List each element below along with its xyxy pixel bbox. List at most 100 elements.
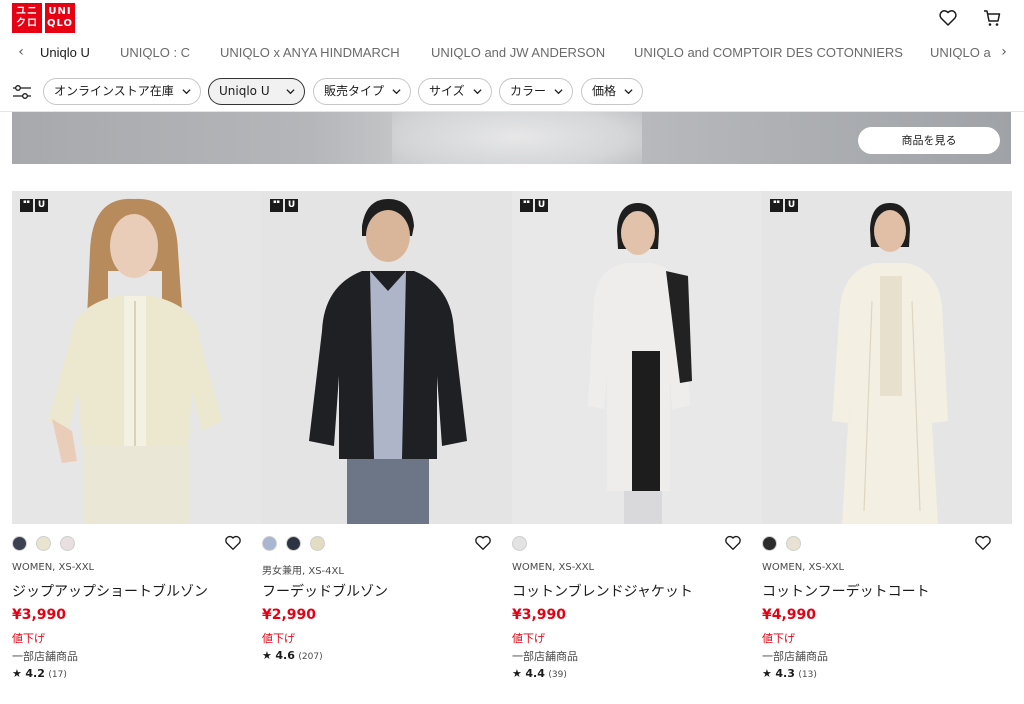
tabs-prev-arrow-icon[interactable]: ‹ [13, 44, 29, 64]
product-card[interactable]: ▪▪ U WOMEN, XS-XXL ジップアップショートブルゾン ¥3,990… [12, 191, 262, 691]
color-swatch[interactable] [762, 536, 777, 551]
banner-model-image [392, 112, 642, 164]
price-down-flag: 値下げ [512, 632, 545, 645]
filter-settings-icon[interactable] [12, 84, 32, 100]
filter-size-label: サイズ [429, 84, 465, 98]
badge-logo-icon: ▪▪ [770, 199, 783, 212]
product-price: ¥2,990 [262, 607, 317, 623]
rating-value: 4.4 [525, 667, 545, 680]
logo-latin-line-1: UNI [48, 6, 72, 17]
color-swatches [262, 536, 325, 551]
tab-jw-anderson[interactable]: UNIQLO and JW ANDERSON [431, 45, 605, 60]
product-card[interactable]: ▪▪ U WOMEN, XS-XXL コットンフーデットコート ¥4,990 値… [762, 191, 1012, 691]
badge-logo-icon: ▪▪ [270, 199, 283, 212]
badge-logo-icon: ▪▪ [520, 199, 533, 212]
view-products-button[interactable]: 商品を見る [858, 127, 1000, 154]
logo-katakana-line-1: ユニ [16, 6, 38, 17]
badge-logo-icon: ▪▪ [20, 199, 33, 212]
color-swatch[interactable] [262, 536, 277, 551]
product-rating: ★ 4.4 (39) [512, 667, 567, 680]
product-name[interactable]: コットンブレンドジャケット [512, 581, 693, 601]
filter-sales-type-label: 販売タイプ [324, 84, 385, 98]
filter-bar: オンラインストア在庫 Uniqlo U 販売タイプ サイズ カラー 価格 [0, 76, 1024, 108]
review-count: (13) [798, 670, 817, 680]
product-image[interactable]: ▪▪ U [512, 191, 762, 524]
star-icon: ★ [12, 667, 22, 680]
color-swatch[interactable] [286, 536, 301, 551]
filter-online-stock[interactable]: オンラインストア在庫 [43, 78, 201, 105]
product-name[interactable]: コットンフーデットコート [762, 581, 930, 601]
chevron-down-icon [554, 89, 563, 95]
tab-next-collection[interactable]: UNIQLO a [930, 45, 991, 60]
color-swatch[interactable] [310, 536, 325, 551]
color-swatch[interactable] [512, 536, 527, 551]
product-image[interactable]: ▪▪ U [12, 191, 262, 524]
product-price: ¥3,990 [12, 607, 67, 623]
logo-latin-line-2: QLO [46, 18, 74, 29]
price-down-flag: 値下げ [262, 632, 295, 645]
cart-icon[interactable] [982, 8, 1002, 28]
favorite-heart-icon[interactable] [474, 534, 492, 552]
review-count: (17) [48, 670, 67, 680]
product-card[interactable]: ▪▪ U WOMEN, XS-XXL コットンブレンドジャケット ¥3,990 … [512, 191, 762, 691]
logo-latin-block: UNI QLO [45, 3, 75, 33]
star-icon: ★ [762, 667, 772, 680]
favorite-heart-icon[interactable] [724, 534, 742, 552]
star-icon: ★ [262, 649, 272, 662]
color-swatches [762, 536, 801, 551]
favorite-heart-icon[interactable] [224, 534, 242, 552]
uniqlo-logo[interactable]: ユニ クロ UNI QLO [12, 3, 75, 33]
uniqlo-u-badge: ▪▪ U [770, 199, 798, 212]
uniqlo-u-badge: ▪▪ U [270, 199, 298, 212]
filter-size[interactable]: サイズ [418, 78, 492, 105]
chevron-down-icon [624, 89, 633, 95]
model-figure-image [762, 191, 1012, 524]
product-gender-size: WOMEN, XS-XXL [512, 562, 595, 573]
chevron-down-icon [473, 89, 482, 95]
color-swatches [512, 536, 527, 551]
badge-u-mark: U [785, 199, 798, 212]
product-price: ¥3,990 [512, 607, 567, 623]
chevron-down-icon [182, 89, 191, 95]
product-name[interactable]: フーデッドブルゾン [262, 581, 388, 601]
review-count: (39) [548, 670, 567, 680]
chevron-down-icon [392, 89, 401, 95]
badge-u-mark: U [285, 199, 298, 212]
product-gender-size: WOMEN, XS-XXL [762, 562, 845, 573]
model-figure-image [12, 191, 262, 524]
rating-value: 4.3 [775, 667, 795, 680]
collection-tabs: ‹ Uniqlo U UNIQLO : C UNIQLO x ANYA HIND… [0, 38, 1024, 70]
chevron-down-icon [286, 89, 295, 95]
color-swatch[interactable] [12, 536, 27, 551]
product-gender-size: WOMEN, XS-XXL [12, 562, 95, 573]
product-name[interactable]: ジップアップショートブルゾン [12, 581, 208, 601]
badge-u-mark: U [535, 199, 548, 212]
color-swatch[interactable] [786, 536, 801, 551]
site-header: ユニ クロ UNI QLO [0, 0, 1024, 36]
color-swatch[interactable] [60, 536, 75, 551]
heart-icon[interactable] [938, 8, 958, 28]
store-availability: 一部店舗商品 [762, 650, 828, 663]
model-figure-image [262, 191, 512, 524]
filter-color[interactable]: カラー [499, 78, 574, 105]
filter-uniqlo-u[interactable]: Uniqlo U [208, 78, 305, 105]
color-swatch[interactable] [36, 536, 51, 551]
review-count: (207) [298, 652, 323, 662]
product-price: ¥4,990 [762, 607, 817, 623]
filter-price[interactable]: 価格 [581, 78, 644, 105]
product-image[interactable]: ▪▪ U [262, 191, 512, 524]
tab-comptoir-des-cotonniers[interactable]: UNIQLO and COMPTOIR DES COTONNIERS [634, 45, 903, 60]
filter-sales-type[interactable]: 販売タイプ [313, 78, 412, 105]
tab-anya-hindmarch[interactable]: UNIQLO x ANYA HINDMARCH [220, 45, 400, 60]
tabs-next-arrow-icon[interactable]: › [996, 44, 1012, 64]
product-image[interactable]: ▪▪ U [762, 191, 1012, 524]
product-rating: ★ 4.6 (207) [262, 649, 323, 662]
rating-value: 4.2 [25, 667, 45, 680]
uniqlo-u-badge: ▪▪ U [520, 199, 548, 212]
tab-uniqlo-c[interactable]: UNIQLO : C [120, 45, 190, 60]
tab-uniqlo-u[interactable]: Uniqlo U [40, 45, 90, 60]
product-card[interactable]: ▪▪ U 男女兼用, XS-4XL フーデッドブルゾン ¥2,990 値下げ ★… [262, 191, 512, 691]
rating-value: 4.6 [275, 649, 295, 662]
favorite-heart-icon[interactable] [974, 534, 992, 552]
logo-katakana-block: ユニ クロ [12, 3, 42, 33]
